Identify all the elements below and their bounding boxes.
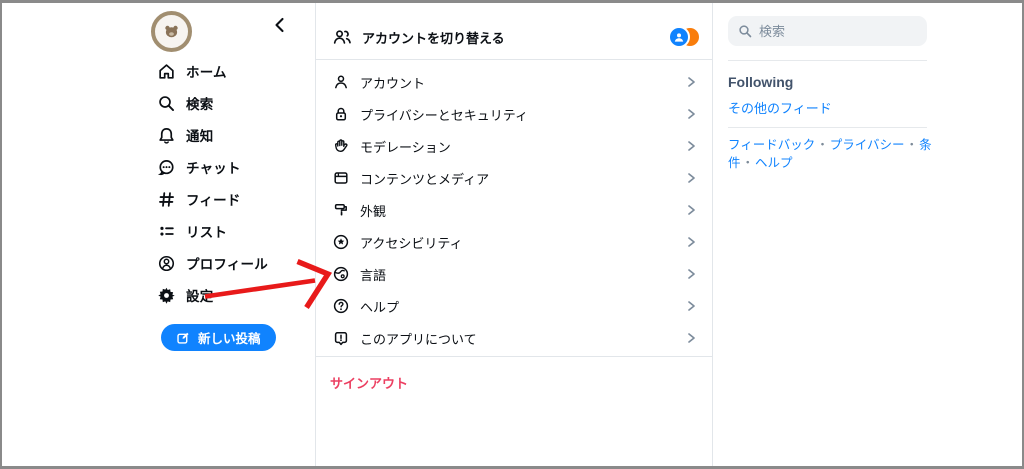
chevron-right-icon (684, 75, 698, 89)
divider (728, 60, 927, 61)
search-icon (157, 94, 176, 113)
signout-link[interactable]: サインアウト (330, 373, 408, 392)
nav-label: ホーム (186, 65, 227, 80)
footer-link-feedback[interactable]: フィードバック (728, 138, 815, 152)
footer-link-help[interactable]: ヘルプ (755, 156, 793, 170)
chevron-right-icon (684, 331, 698, 345)
home-icon (157, 62, 176, 81)
nav-item-notifications[interactable]: 通知 (157, 119, 307, 151)
settings-item-about[interactable]: このアプリについて (316, 322, 712, 354)
person-icon (332, 73, 350, 91)
nav-label: 通知 (186, 129, 214, 144)
footer-separator: ・ (905, 138, 919, 152)
settings-item-label: アクセシビリティ (360, 235, 463, 251)
nav-label: プロフィール (186, 257, 268, 272)
bear-avatar-icon (164, 25, 179, 38)
info-bubble-icon (332, 329, 350, 347)
settings-item-help[interactable]: ヘルプ (316, 290, 712, 322)
search-icon (738, 24, 752, 38)
settings-item-moderation[interactable]: モデレーション (316, 130, 712, 162)
chevron-right-icon (684, 203, 698, 217)
settings-item-appearance[interactable]: 外観 (316, 194, 712, 226)
nav-label: フィード (186, 193, 241, 208)
nav-label: 設定 (186, 289, 214, 304)
settings-item-languages[interactable]: 言語 (316, 258, 712, 290)
nav-item-search[interactable]: 検索 (157, 87, 307, 119)
settings-item-privacy[interactable]: プライバシーとセキュリティ (316, 98, 712, 130)
footer-link-privacy[interactable]: プライバシー (830, 138, 905, 152)
nav-item-lists[interactable]: リスト (157, 215, 307, 247)
chevron-right-icon (684, 299, 698, 313)
nav-label: 検索 (186, 97, 214, 112)
nav-label: チャット (186, 161, 241, 176)
footer-separator: ・ (741, 155, 755, 170)
search-box[interactable] (728, 16, 927, 46)
gear-icon (157, 286, 176, 305)
hand-icon (332, 137, 350, 155)
user-avatar[interactable] (151, 11, 192, 52)
chat-icon (157, 158, 176, 177)
hash-icon (157, 190, 176, 209)
people-icon (332, 27, 352, 47)
chevron-right-icon (684, 267, 698, 281)
new-post-button[interactable]: 新しい投稿 (161, 324, 276, 351)
bell-icon (157, 126, 176, 145)
signout-section: サインアウト (316, 356, 712, 409)
divider (728, 127, 927, 128)
collapse-sidebar-button[interactable] (270, 15, 290, 35)
settings-item-label: コンテンツとメディア (360, 171, 490, 187)
settings-item-content-media[interactable]: コンテンツとメディア (316, 162, 712, 194)
chevron-right-icon (684, 107, 698, 121)
settings-item-label: このアプリについて (360, 331, 477, 347)
nav-label: リスト (186, 225, 228, 240)
account-avatars (668, 25, 702, 49)
settings-item-label: モデレーション (360, 139, 451, 155)
chevron-left-icon (270, 15, 290, 35)
feed-title-following[interactable]: Following (728, 74, 793, 90)
settings-item-label: プライバシーとセキュリティ (360, 107, 528, 123)
settings-item-label: アカウント (360, 75, 426, 91)
switch-account-label: アカウントを切り替える (362, 30, 505, 46)
settings-item-account[interactable]: アカウント (316, 66, 712, 98)
nav-item-feeds[interactable]: フィード (157, 183, 307, 215)
compose-icon (176, 331, 190, 345)
app-window: ホーム 検索 通知 チャット フィード リスト プロフィール 設定 新しい投稿 … (0, 0, 1024, 469)
search-input[interactable] (759, 23, 917, 39)
nav-item-settings[interactable]: 設定 (157, 279, 307, 311)
accessibility-icon (332, 233, 350, 251)
nav-item-home[interactable]: ホーム (157, 55, 307, 87)
settings-item-label: 言語 (360, 267, 387, 283)
profile-icon (157, 254, 176, 273)
nav-item-profile[interactable]: プロフィール (157, 247, 307, 279)
more-feeds-link[interactable]: その他のフィード (728, 98, 832, 117)
settings-list: アカウント プライバシーとセキュリティ モデレーション コンテンツとメディア 外… (316, 66, 712, 354)
footer-links: フィードバック・プライバシー・条件・ヘルプ (728, 137, 948, 172)
chevron-right-icon (684, 235, 698, 249)
switch-account-row[interactable]: アカウントを切り替える (316, 3, 712, 60)
globe-icon (332, 265, 350, 283)
nav-item-chat[interactable]: チャット (157, 151, 307, 183)
settings-item-accessibility[interactable]: アクセシビリティ (316, 226, 712, 258)
paint-roller-icon (332, 201, 350, 219)
chevron-right-icon (684, 171, 698, 185)
lock-icon (332, 105, 350, 123)
window-icon (332, 169, 350, 187)
chevron-right-icon (684, 139, 698, 153)
new-post-label: 新しい投稿 (198, 332, 261, 346)
list-icon (157, 222, 176, 241)
main-nav: ホーム 検索 通知 チャット フィード リスト プロフィール 設定 (157, 55, 307, 311)
settings-item-label: ヘルプ (360, 299, 400, 315)
account-avatar-blue (668, 26, 690, 48)
question-circle-icon (332, 297, 350, 315)
footer-separator: ・ (816, 138, 829, 152)
settings-panel: アカウントを切り替える アカウント プライバシーとセキュリティ モデレーション … (315, 3, 713, 466)
settings-item-label: 外観 (360, 203, 387, 219)
